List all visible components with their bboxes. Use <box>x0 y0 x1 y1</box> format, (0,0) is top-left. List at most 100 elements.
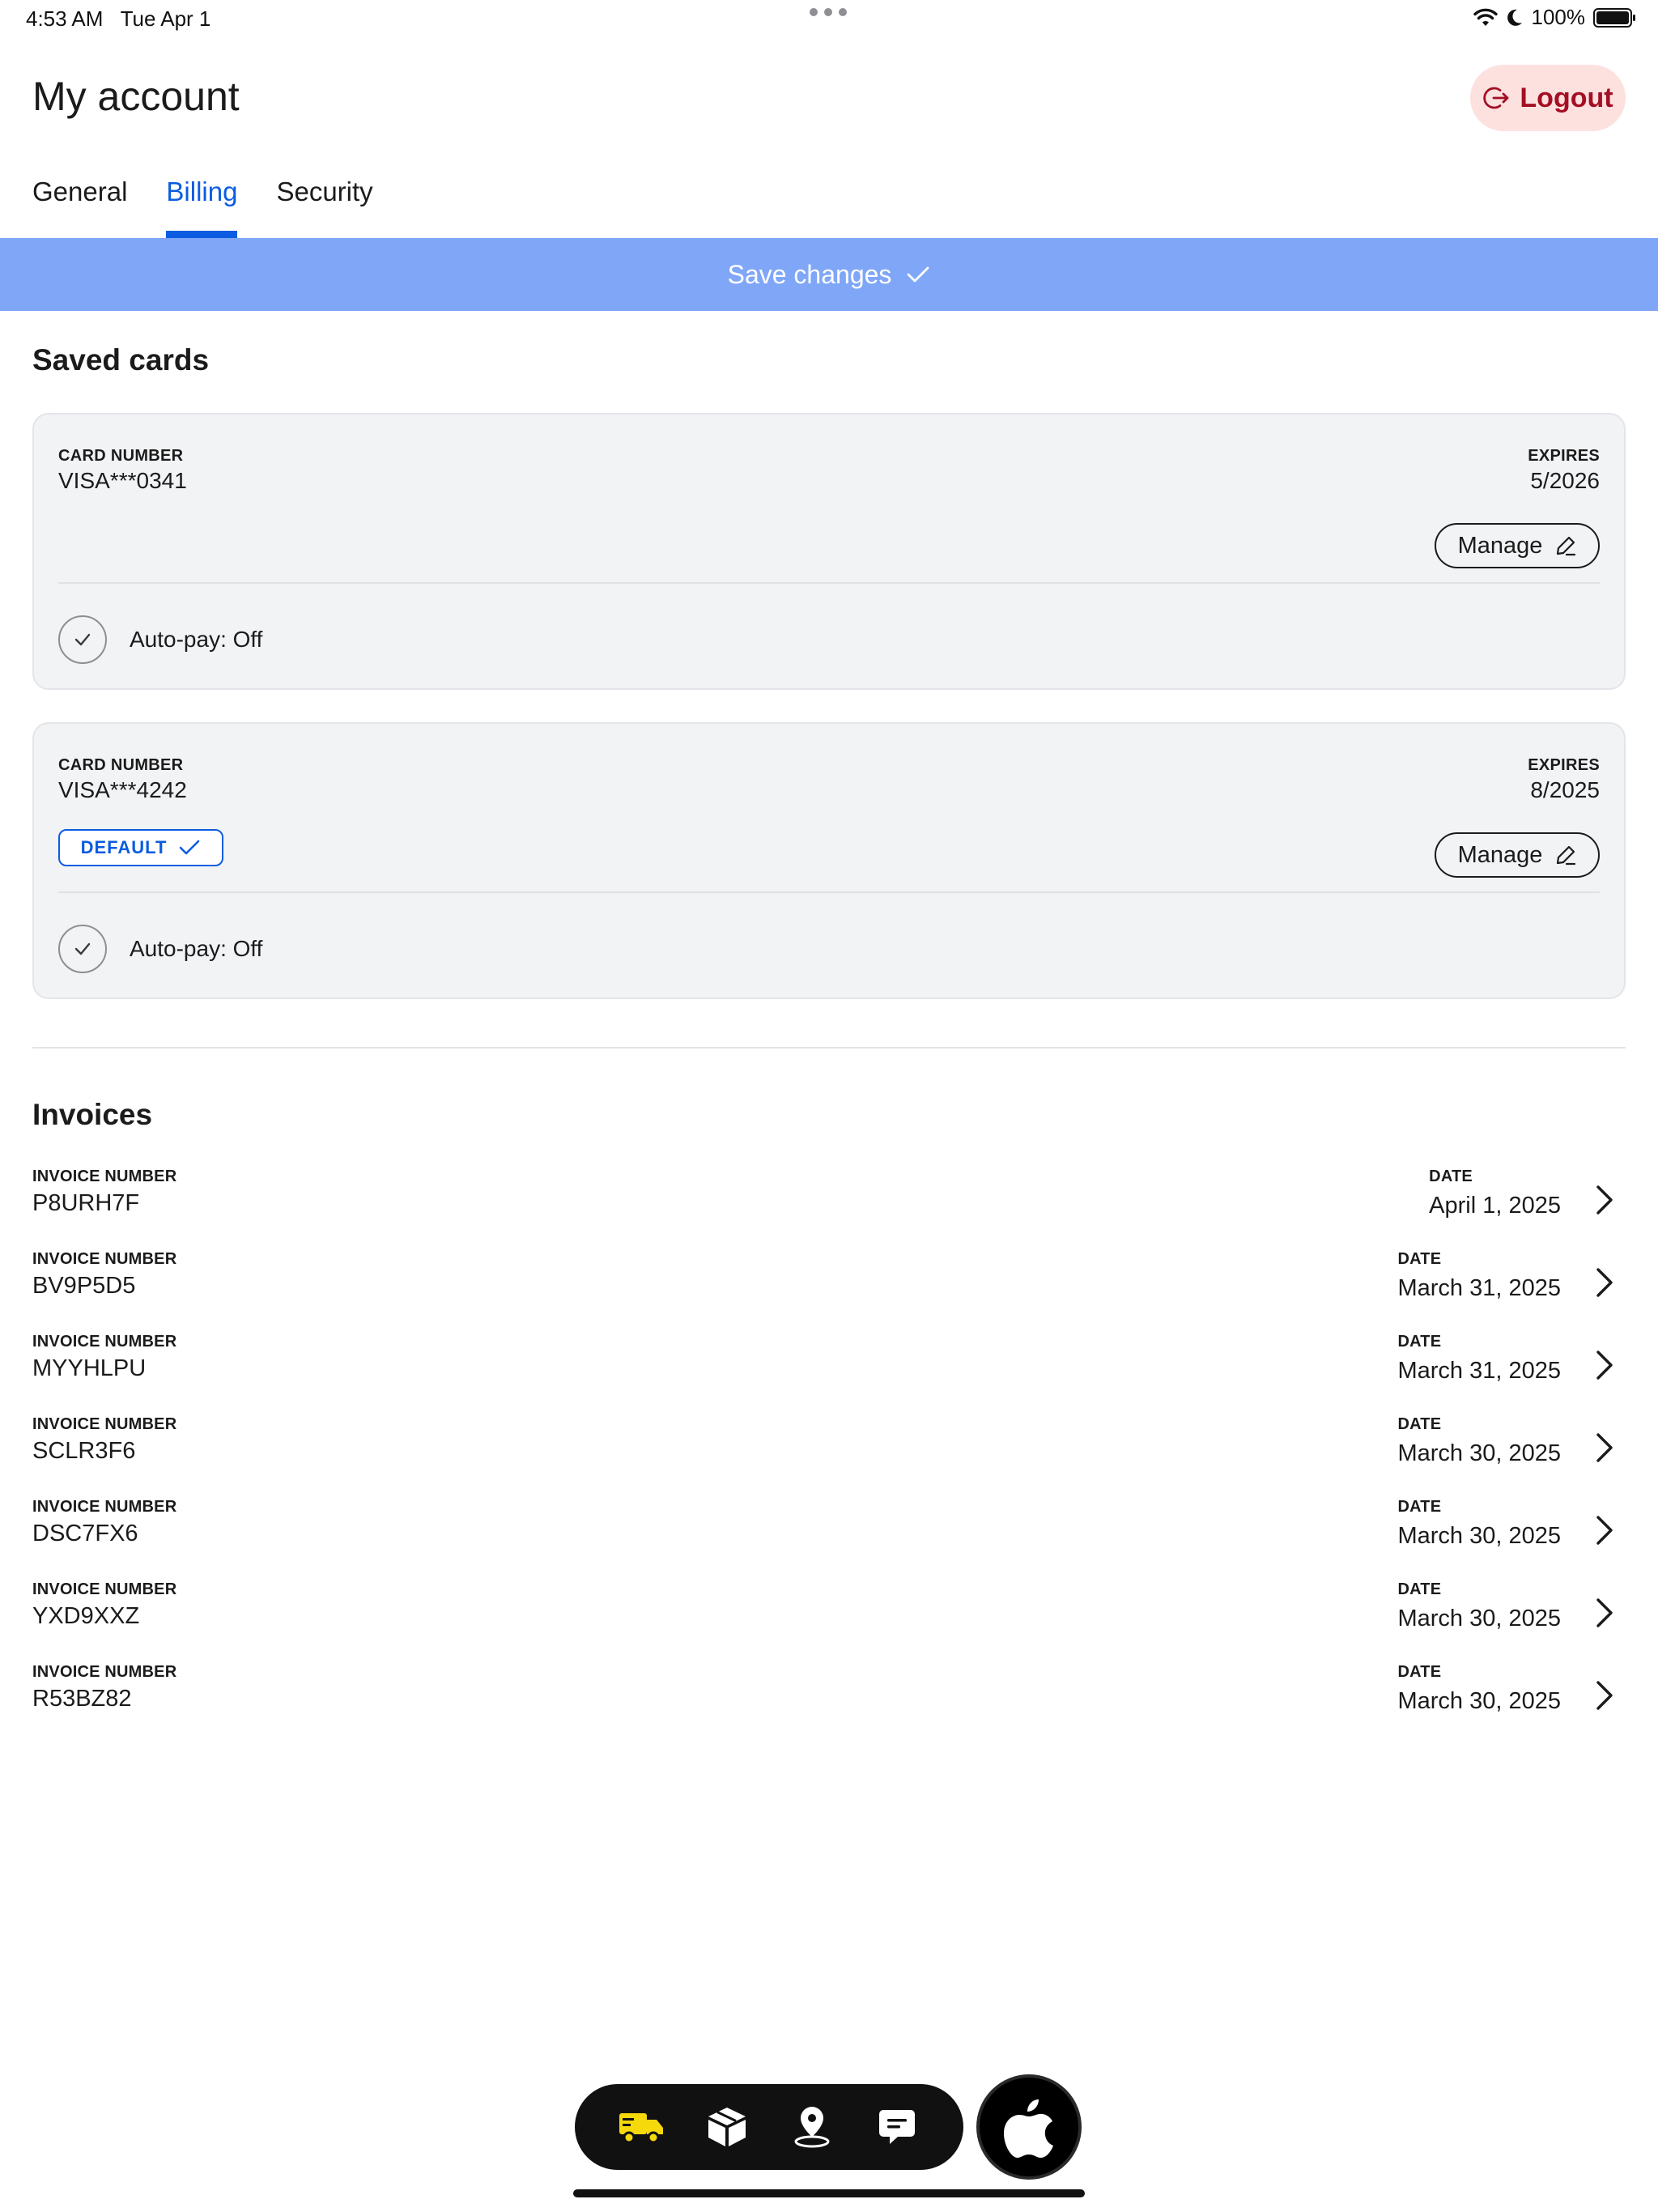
logout-button[interactable]: Logout <box>1470 65 1626 131</box>
status-bar: 4:53 AM Tue Apr 1 100% <box>0 0 1658 40</box>
invoice-number-label: INVOICE NUMBER <box>32 1580 177 1598</box>
checkmark-icon <box>74 633 91 646</box>
invoice-date-block: DATE March 30, 2025 <box>1237 1490 1561 1572</box>
chevron-right-icon <box>1596 1185 1613 1214</box>
pencil-icon <box>1557 845 1576 866</box>
card-number: VISA***4242 <box>58 777 187 802</box>
card-number: VISA***0341 <box>58 468 187 493</box>
checkmark-icon <box>180 840 200 855</box>
invoice-date: April 1, 2025 <box>1429 1193 1561 1219</box>
invoice-row[interactable]: INVOICE NUMBER SCLR3F6 DATE March 30, 2025 <box>32 1407 1626 1490</box>
pencil-icon <box>1557 536 1576 556</box>
apple-button[interactable] <box>976 2074 1082 2180</box>
tab-security[interactable]: Security <box>276 170 372 238</box>
manage-card-button[interactable]: Manage <box>1435 523 1600 568</box>
invoice-number: P8URH7F <box>32 1190 140 1216</box>
invoice-number-label: INVOICE NUMBER <box>32 1415 177 1433</box>
invoice-number-label: INVOICE NUMBER <box>32 1333 177 1351</box>
invoice-number: YXD9XXZ <box>32 1603 140 1629</box>
invoice-date-label: DATE <box>1429 1168 1473 1185</box>
card-divider <box>58 582 1600 584</box>
section-divider <box>32 1047 1626 1049</box>
status-date: Tue Apr 1 <box>120 6 211 31</box>
invoice-date: March 30, 2025 <box>1397 1606 1561 1631</box>
invoice-date-block: DATE March 30, 2025 <box>1237 1407 1561 1490</box>
saved-card: CARD NUMBER VISA***4242 EXPIRES 8/2025 D… <box>32 722 1626 999</box>
invoices-title: Invoices <box>32 1098 153 1131</box>
chevron-right-icon <box>1596 1268 1613 1297</box>
dock-messages[interactable] <box>869 2099 925 2155</box>
invoice-row[interactable]: INVOICE NUMBER MYYHLPU DATE March 31, 2025 <box>32 1325 1626 1407</box>
invoice-date-block: DATE March 31, 2025 <box>1237 1242 1561 1325</box>
invoice-date-block: DATE March 30, 2025 <box>1237 1655 1561 1738</box>
card-number-label: CARD NUMBER <box>58 756 184 774</box>
battery-percentage: 100% <box>1531 5 1586 29</box>
tab-general[interactable]: General <box>32 170 127 238</box>
invoice-date-block: DATE April 1, 2025 <box>1237 1159 1561 1242</box>
dock-deliveries[interactable] <box>614 2099 670 2155</box>
invoice-date-block: DATE March 30, 2025 <box>1237 1572 1561 1655</box>
invoice-date: March 30, 2025 <box>1397 1440 1561 1466</box>
autopay-status: Auto-pay: Off <box>130 936 263 961</box>
invoice-date-block: DATE March 31, 2025 <box>1237 1325 1561 1407</box>
dock-locations[interactable] <box>784 2099 840 2155</box>
expires-value: 8/2025 <box>1530 777 1600 802</box>
manage-label: Manage <box>1457 532 1543 559</box>
invoice-number: MYYHLPU <box>32 1355 147 1381</box>
default-label: DEFAULT <box>80 837 168 857</box>
invoice-number: R53BZ82 <box>32 1686 132 1712</box>
status-time-date: 4:53 AM Tue Apr 1 <box>26 6 210 32</box>
saved-card: CARD NUMBER VISA***0341 EXPIRES 5/2026 M… <box>32 413 1626 690</box>
default-badge: DEFAULT <box>58 829 223 866</box>
autopay-row: Auto-pay: Off <box>58 615 262 664</box>
invoice-date: March 31, 2025 <box>1397 1275 1561 1301</box>
chevron-right-icon <box>1596 1516 1613 1545</box>
moon-icon <box>1507 9 1522 26</box>
expires-label: EXPIRES <box>1528 756 1600 774</box>
expires-value: 5/2026 <box>1530 468 1600 493</box>
truck-icon <box>619 2113 663 2144</box>
invoice-date-label: DATE <box>1397 1415 1442 1433</box>
save-changes-label: Save changes <box>727 259 892 289</box>
invoice-date-label: DATE <box>1397 1663 1442 1681</box>
multitasking-dots-icon[interactable] <box>810 8 847 16</box>
autopay-toggle[interactable] <box>58 925 107 973</box>
invoice-number-label: INVOICE NUMBER <box>32 1663 177 1681</box>
dock-packages[interactable] <box>699 2099 755 2155</box>
home-indicator[interactable] <box>573 2189 1085 2197</box>
wifi-icon <box>1473 8 1498 26</box>
checkmark-icon <box>908 266 929 283</box>
tab-billing[interactable]: Billing <box>166 170 238 238</box>
invoice-number: BV9P5D5 <box>32 1273 136 1299</box>
invoice-row[interactable]: INVOICE NUMBER P8URH7F DATE April 1, 2025 <box>32 1159 1626 1242</box>
battery-icon <box>1593 7 1635 28</box>
page-title: My account <box>32 74 240 119</box>
save-changes-button[interactable]: Save changes <box>0 238 1658 311</box>
logout-icon <box>1483 87 1509 109</box>
invoice-row[interactable]: INVOICE NUMBER R53BZ82 DATE March 30, 2025 <box>32 1655 1626 1738</box>
chevron-right-icon <box>1596 1433 1613 1462</box>
account-page: 4:53 AM Tue Apr 1 100% My account Logout… <box>0 0 1658 2212</box>
invoice-date-label: DATE <box>1397 1580 1442 1598</box>
message-icon <box>878 2110 915 2144</box>
invoice-number: SCLR3F6 <box>32 1438 136 1464</box>
manage-card-button[interactable]: Manage <box>1435 832 1600 878</box>
package-icon <box>708 2108 746 2146</box>
invoice-number-label: INVOICE NUMBER <box>32 1168 177 1185</box>
invoice-date: March 30, 2025 <box>1397 1523 1561 1549</box>
invoice-row[interactable]: INVOICE NUMBER BV9P5D5 DATE March 31, 2025 <box>32 1242 1626 1325</box>
logout-label: Logout <box>1520 82 1613 113</box>
invoice-row[interactable]: INVOICE NUMBER YXD9XXZ DATE March 30, 2025 <box>32 1572 1626 1655</box>
bottom-dock <box>575 2084 963 2170</box>
account-tabs: General Billing Security <box>32 170 373 238</box>
chevron-right-icon <box>1596 1598 1613 1627</box>
invoice-number: DSC7FX6 <box>32 1521 138 1546</box>
invoice-date: March 30, 2025 <box>1397 1688 1561 1714</box>
location-pin-icon <box>794 2107 829 2148</box>
autopay-toggle[interactable] <box>58 615 107 664</box>
invoice-number-label: INVOICE NUMBER <box>32 1250 177 1268</box>
invoice-row[interactable]: INVOICE NUMBER DSC7FX6 DATE March 30, 2025 <box>32 1490 1626 1572</box>
chevron-right-icon <box>1596 1681 1613 1710</box>
apple-icon <box>1004 2099 1053 2158</box>
invoice-date-label: DATE <box>1397 1498 1442 1516</box>
